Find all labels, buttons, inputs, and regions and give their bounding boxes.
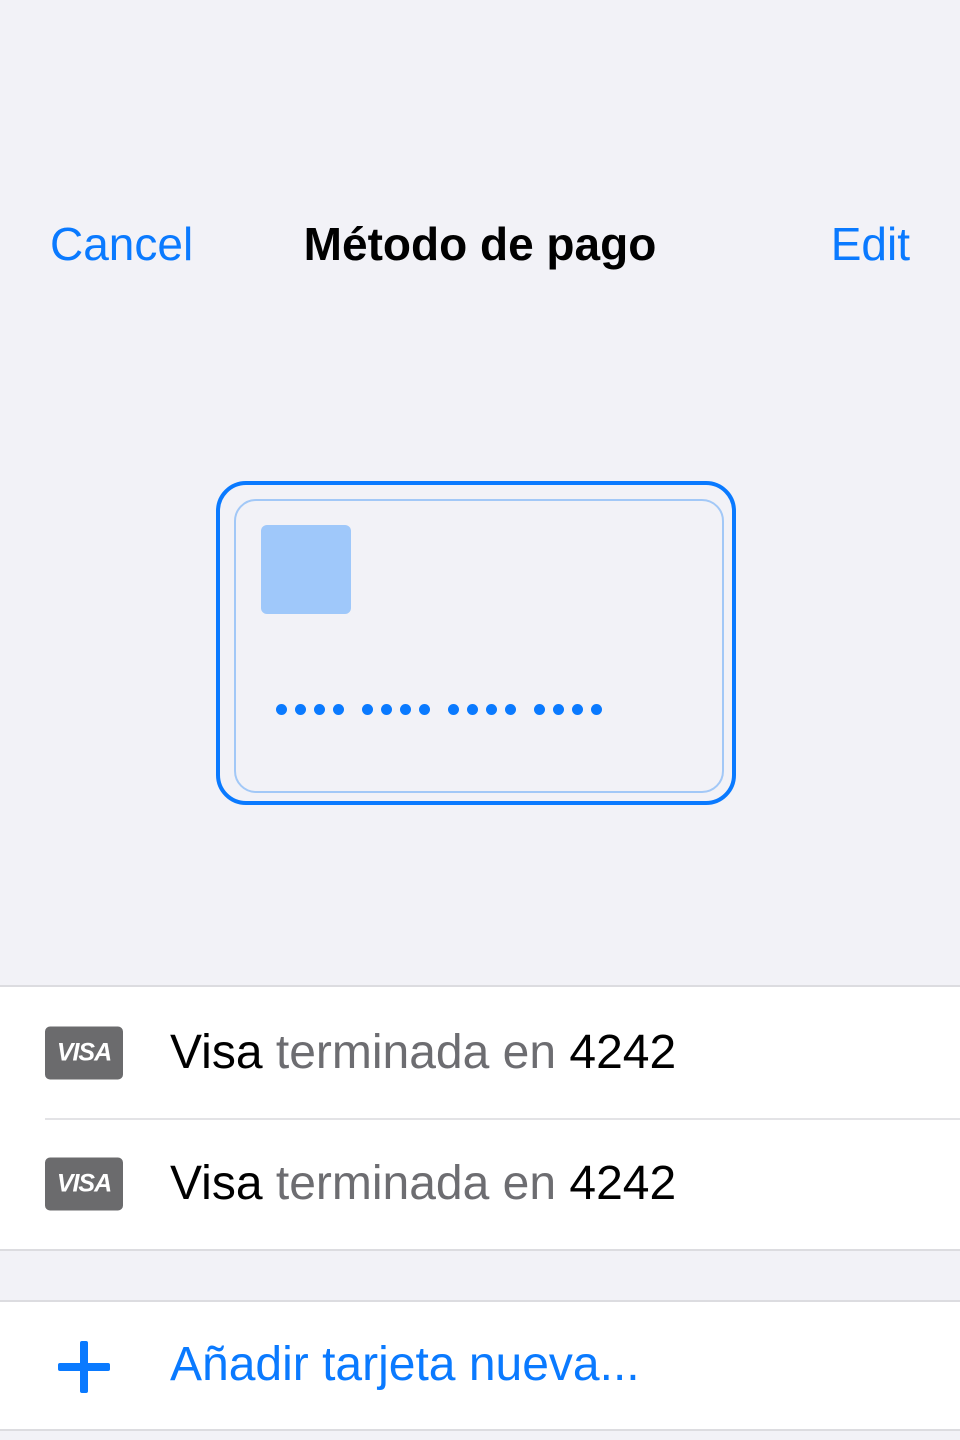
payment-method-label: Visa terminada en 4242 (170, 1154, 676, 1214)
card-brand: Visa (170, 1156, 263, 1210)
card-ending-text: terminada en (275, 1156, 557, 1210)
visa-logo-icon: VISA (45, 1157, 123, 1210)
plus-icon (58, 1341, 110, 1393)
payment-method-row[interactable]: VISA Visa terminada en 4242 (0, 987, 960, 1118)
payment-method-row[interactable]: VISA Visa terminada en 4242 (0, 1118, 960, 1249)
card-brand: Visa (170, 1025, 263, 1079)
add-new-card-button[interactable]: Añadir tarjeta nueva... (0, 1300, 960, 1431)
navigation-bar: Cancel Método de pago Edit (0, 200, 960, 290)
card-chip-icon (261, 525, 351, 614)
payment-method-label: Visa terminada en 4242 (170, 1023, 676, 1083)
card-last4: 4242 (569, 1025, 677, 1079)
card-last4: 4242 (569, 1156, 677, 1210)
payment-methods-list: VISA Visa terminada en 4242 VISA Visa te… (0, 985, 960, 1251)
masked-card-number (276, 704, 602, 715)
edit-button[interactable]: Edit (831, 214, 910, 274)
page-title: Método de pago (303, 218, 657, 270)
visa-logo-icon: VISA (45, 1026, 123, 1079)
add-new-card-label: Añadir tarjeta nueva... (170, 1338, 640, 1391)
card-ending-text: terminada en (275, 1025, 557, 1079)
